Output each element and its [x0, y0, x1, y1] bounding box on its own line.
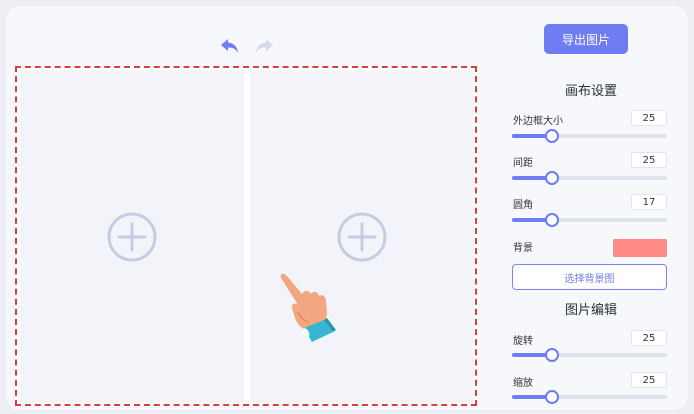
corner-radius-slider[interactable] [512, 213, 667, 227]
add-circle-icon[interactable] [107, 212, 157, 262]
border-size-slider[interactable] [512, 129, 667, 143]
canvas-settings-title: 画布设置 [564, 84, 617, 99]
corner-radius-input[interactable]: 17 [631, 194, 667, 210]
redo-arrow-icon[interactable] [252, 34, 276, 58]
rotate-input[interactable]: 25 [631, 330, 667, 346]
editor-window: 导出图片 画布设置 外边框大小 25 间距 25 圆角 17 背景 选择背景图 … [6, 6, 688, 410]
slider-thumb[interactable] [545, 171, 560, 185]
border-size-label: 外边框大小 [513, 116, 563, 127]
image-slot-1[interactable] [20, 71, 244, 403]
slider-thumb[interactable] [545, 348, 560, 362]
slider-thumb[interactable] [545, 129, 560, 143]
export-image-button[interactable]: 导出图片 [544, 24, 628, 54]
background-color-swatch[interactable] [613, 239, 667, 257]
spacing-input[interactable]: 25 [631, 152, 667, 168]
zoom-slider[interactable] [512, 390, 667, 404]
zoom-label: 缩放 [513, 378, 533, 389]
collage-canvas [15, 66, 477, 406]
choose-background-image-button[interactable]: 选择背景图 [512, 264, 667, 290]
image-slot-2[interactable] [250, 71, 474, 403]
image-edit-title: 图片编辑 [564, 303, 617, 318]
add-circle-icon[interactable] [337, 212, 387, 262]
border-size-input[interactable]: 25 [631, 110, 667, 126]
slider-thumb[interactable] [545, 213, 560, 227]
settings-panel: 导出图片 画布设置 外边框大小 25 间距 25 圆角 17 背景 选择背景图 … [506, 6, 688, 410]
spacing-label: 间距 [513, 158, 533, 169]
rotate-label: 旋转 [513, 336, 533, 347]
zoom-input[interactable]: 25 [631, 372, 667, 388]
rotate-slider[interactable] [512, 348, 667, 362]
pointing-hand-icon [276, 272, 350, 346]
spacing-slider[interactable] [512, 171, 667, 185]
slider-thumb[interactable] [545, 390, 560, 404]
undo-arrow-icon[interactable] [218, 34, 242, 58]
corner-radius-label: 圆角 [513, 200, 533, 211]
background-label: 背景 [513, 243, 533, 254]
